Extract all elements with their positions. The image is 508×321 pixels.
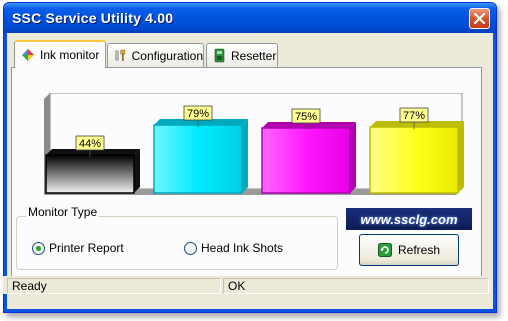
window-frame-bottom	[4, 309, 496, 312]
printer-report-radio[interactable]: Printer Report	[32, 241, 124, 255]
bar-front	[261, 127, 351, 194]
value-label: 75%	[295, 111, 317, 123]
ink-level-chart: 44% 79% 75% 77%	[44, 93, 464, 195]
website-banner[interactable]: www.ssclg.com	[346, 208, 472, 230]
title-bar[interactable]: SSC Service Utility 4.00	[4, 3, 496, 33]
status-bar: Ready OK	[3, 276, 491, 294]
status-right: OK	[223, 278, 489, 294]
bar-front	[369, 126, 459, 194]
radio-label: Printer Report	[49, 241, 124, 255]
radio-selected-icon	[32, 241, 45, 255]
status-left: Ready	[7, 278, 221, 294]
cyan-ink-bar: 79%	[153, 105, 248, 194]
refresh-button[interactable]: Refresh	[359, 234, 459, 266]
tab-resetter[interactable]: Resetter	[206, 43, 278, 67]
tab-label: Configuration	[131, 48, 203, 63]
bar-front	[153, 124, 243, 194]
monitor-type-label: Monitor Type	[26, 205, 100, 219]
window-frame-right	[493, 33, 496, 312]
chip-icon	[214, 48, 225, 63]
radio-label: Head Ink Shots	[201, 241, 284, 255]
tab-configuration[interactable]: Configuration	[107, 43, 204, 67]
window-frame-left	[4, 33, 7, 312]
bar-side	[242, 119, 248, 193]
value-label: 79%	[187, 108, 209, 120]
bar-front	[45, 154, 135, 194]
tab-label: Ink monitor	[40, 48, 100, 62]
radio-unselected-icon	[184, 241, 197, 255]
ink-drop-icon	[22, 49, 34, 61]
refresh-icon	[377, 243, 392, 257]
bar-side	[350, 122, 356, 193]
bar-side	[458, 121, 464, 193]
window-title: SSC Service Utility 4.00	[12, 10, 174, 26]
close-icon	[474, 13, 485, 24]
close-button[interactable]	[469, 8, 490, 29]
tab-ink-monitor[interactable]: Ink monitor	[14, 40, 106, 68]
value-label: 44%	[79, 138, 101, 150]
tab-label: Resetter	[231, 48, 277, 63]
head-ink-shots-radio[interactable]: Head Ink Shots	[184, 241, 283, 255]
refresh-label: Refresh	[397, 243, 441, 257]
bar-side	[134, 149, 140, 193]
value-label: 77%	[403, 110, 425, 122]
tools-icon	[115, 49, 126, 61]
